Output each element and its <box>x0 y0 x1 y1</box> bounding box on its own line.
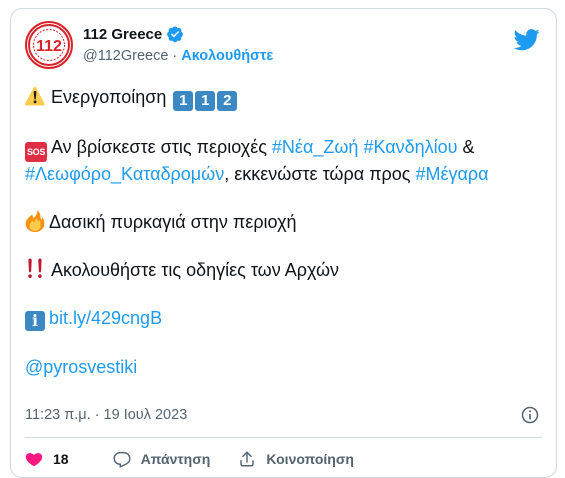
double-exclamation-icon <box>28 258 42 278</box>
hashtag-megara[interactable]: #Μέγαρα <box>415 164 488 184</box>
like-count: 18 <box>53 451 69 467</box>
tweet-line-instructions: Ακολουθήστε τις οδηγίες των Αρχών <box>25 258 545 282</box>
share-button[interactable]: Κοινοποίηση <box>238 450 354 468</box>
hashtag-nea-zoi[interactable]: #Νέα_Ζωή <box>272 137 359 157</box>
handle[interactable]: @112Greece <box>83 48 168 64</box>
hashtag-leoforo-katadromon[interactable]: #Λεωφόρο_Καταδρομών <box>25 164 224 184</box>
instructions-text: Ακολουθήστε τις οδηγίες των Αρχών <box>51 260 340 280</box>
evacuation-text-b: & <box>457 137 475 157</box>
share-label: Κοινοποίηση <box>266 451 354 467</box>
reply-label: Απάντηση <box>140 451 211 467</box>
evacuation-text-a: Αν βρίσκεστε στις περιοχές <box>51 137 272 157</box>
warning-icon <box>25 86 45 106</box>
follow-button[interactable]: Ακολουθήστε <box>181 48 273 64</box>
sos-icon: SOS <box>25 142 47 162</box>
tweet-line-link: i bit.ly/429cngB <box>25 306 545 331</box>
verified-badge-icon <box>167 26 184 43</box>
twitter-bird-icon[interactable] <box>514 29 540 51</box>
fire-icon <box>25 210 45 232</box>
keycap-2-icon: 2 <box>217 91 238 111</box>
tweet-line-activation: Ενεργοποίηση 112 <box>25 85 545 111</box>
avatar[interactable]: 112 <box>25 21 73 69</box>
evacuation-text-c: , εκκενώστε τώρα προς <box>224 164 416 184</box>
fire-text: Δασική πυρκαγιά στην περιοχή <box>49 212 297 232</box>
display-name[interactable]: 112 Greece <box>83 26 162 43</box>
heart-icon <box>25 453 43 467</box>
info-circle-icon[interactable] <box>520 405 540 425</box>
activation-text: Ενεργοποίηση <box>51 87 172 107</box>
tweet-meta: 11:23 π.μ. · 19 Ιουλ 2023 <box>25 405 542 425</box>
name-row: 112 Greece <box>83 23 273 45</box>
short-link[interactable]: bit.ly/429cngB <box>49 308 162 328</box>
keycap-1-icon: 1 <box>195 91 216 111</box>
mention-pyrosvestiki[interactable]: @pyrosvestiki <box>25 357 137 377</box>
tweet-body: Ενεργοποίηση 112 SOS Αν βρίσκεστε στις πε… <box>25 85 545 379</box>
tweet-card: 112 112 Greece @112Greece · Ακολουθήστε <box>10 8 557 478</box>
reply-button[interactable]: Απάντηση <box>113 450 211 468</box>
avatar-text: 112 <box>36 38 62 55</box>
share-icon <box>240 451 255 467</box>
author-names: 112 Greece @112Greece · Ακολουθήστε <box>83 23 273 67</box>
timestamp[interactable]: 11:23 π.μ. · 19 Ιουλ 2023 <box>25 407 187 423</box>
tweet-header: 112 112 Greece @112Greece · Ακολουθήστε <box>25 21 542 73</box>
hashtag-kandiliou[interactable]: #Κανδηλίου <box>363 137 457 157</box>
divider <box>25 437 542 438</box>
keycap-1-icon: 1 <box>173 91 194 111</box>
separator-dot: · <box>172 48 178 64</box>
tweet-actions: 18 Απάντηση Κοινοποίηση <box>25 447 354 471</box>
like-button[interactable]: 18 <box>25 450 69 468</box>
tweet-line-evacuation: SOS Αν βρίσκεστε στις περιοχές #Νέα_Ζωή #… <box>25 135 545 186</box>
info-icon: i <box>25 311 45 331</box>
avatar-logo: 112 <box>28 24 70 66</box>
tweet-line-mention: @pyrosvestiki <box>25 355 545 379</box>
tweet-line-fire: Δασική πυρκαγιά στην περιοχή <box>25 210 545 234</box>
handle-row: @112Greece · Ακολουθήστε <box>83 45 273 67</box>
reply-icon <box>113 451 131 468</box>
